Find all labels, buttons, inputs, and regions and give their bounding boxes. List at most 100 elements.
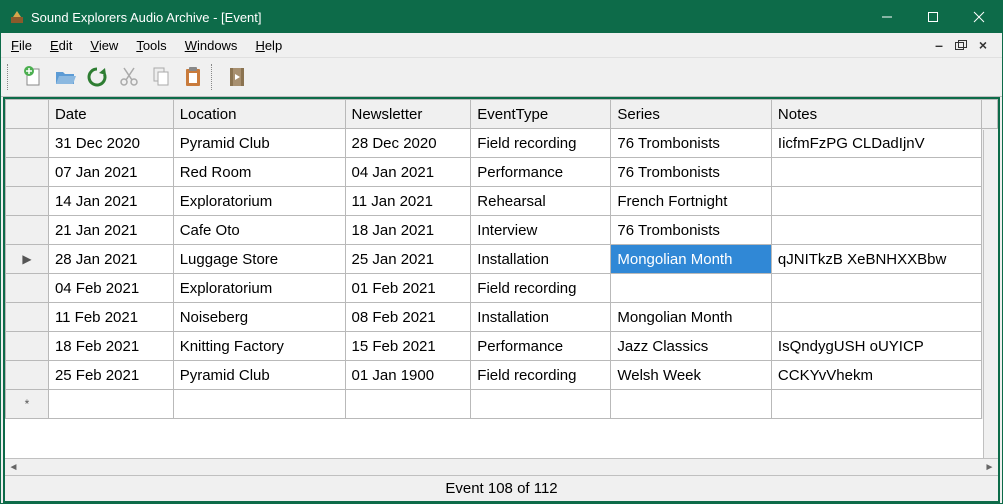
column-header-notes[interactable]: Notes xyxy=(771,100,981,129)
column-header-location[interactable]: Location xyxy=(173,100,345,129)
cell-series[interactable] xyxy=(611,274,772,303)
menu-view[interactable]: View xyxy=(90,38,118,53)
row-selector[interactable] xyxy=(6,332,49,361)
cell-eventtype[interactable]: Interview xyxy=(471,216,611,245)
table-row[interactable]: 25 Feb 2021Pyramid Club01 Jan 1900Field … xyxy=(6,361,998,390)
cell-location[interactable]: Knitting Factory xyxy=(173,332,345,361)
cell-newsletter[interactable]: 01 Feb 2021 xyxy=(345,274,471,303)
mdi-minimize-icon[interactable]: – xyxy=(930,37,948,53)
cell-newsletter[interactable]: 15 Feb 2021 xyxy=(345,332,471,361)
cell-date[interactable]: 25 Feb 2021 xyxy=(48,361,173,390)
cell-series[interactable]: 76 Trombonists xyxy=(611,216,772,245)
cell-notes[interactable]: IicfmFzPG CLDadIjnV xyxy=(771,129,981,158)
row-selector[interactable]: ▶ xyxy=(6,245,49,274)
empty-cell[interactable] xyxy=(48,390,173,419)
cell-series[interactable]: Mongolian Month xyxy=(611,303,772,332)
table-row[interactable]: 04 Feb 2021Exploratorium01 Feb 2021Field… xyxy=(6,274,998,303)
row-selector[interactable] xyxy=(6,361,49,390)
menu-windows[interactable]: Windows xyxy=(185,38,238,53)
cell-eventtype[interactable]: Field recording xyxy=(471,361,611,390)
row-selector[interactable] xyxy=(6,216,49,245)
cell-eventtype[interactable]: Field recording xyxy=(471,274,611,303)
cell-location[interactable]: Cafe Oto xyxy=(173,216,345,245)
cell-location[interactable]: Noiseberg xyxy=(173,303,345,332)
cell-date[interactable]: 28 Jan 2021 xyxy=(48,245,173,274)
empty-cell[interactable] xyxy=(173,390,345,419)
scroll-right-icon[interactable]: ► xyxy=(981,459,998,475)
table-row[interactable]: 14 Jan 2021Exploratorium11 Jan 2021Rehea… xyxy=(6,187,998,216)
cell-notes[interactable]: qJNITkzB XeBNHXXBbw xyxy=(771,245,981,274)
cell-date[interactable]: 21 Jan 2021 xyxy=(48,216,173,245)
cell-date[interactable]: 31 Dec 2020 xyxy=(48,129,173,158)
cell-series[interactable]: 76 Trombonists xyxy=(611,129,772,158)
cell-series[interactable]: Jazz Classics xyxy=(611,332,772,361)
cell-eventtype[interactable]: Field recording xyxy=(471,129,611,158)
row-selector[interactable] xyxy=(6,187,49,216)
cell-eventtype[interactable]: Performance xyxy=(471,158,611,187)
cell-location[interactable]: Exploratorium xyxy=(173,274,345,303)
cell-notes[interactable]: IsQndygUSH oUYICP xyxy=(771,332,981,361)
cell-date[interactable]: 14 Jan 2021 xyxy=(48,187,173,216)
row-selector[interactable] xyxy=(6,129,49,158)
table-row[interactable]: 31 Dec 2020Pyramid Club28 Dec 2020Field … xyxy=(6,129,998,158)
table-row[interactable]: 18 Feb 2021Knitting Factory15 Feb 2021Pe… xyxy=(6,332,998,361)
minimize-button[interactable] xyxy=(864,1,910,33)
mdi-close-icon[interactable]: × xyxy=(974,37,992,53)
menu-help[interactable]: Help xyxy=(255,38,282,53)
cell-newsletter[interactable]: 11 Jan 2021 xyxy=(345,187,471,216)
row-selector[interactable] xyxy=(6,158,49,187)
new-row[interactable]: * xyxy=(6,390,998,419)
scroll-left-icon[interactable]: ◄ xyxy=(5,459,22,475)
cell-eventtype[interactable]: Installation xyxy=(471,245,611,274)
cell-series[interactable]: French Fortnight xyxy=(611,187,772,216)
menu-edit[interactable]: Edit xyxy=(50,38,72,53)
mdi-restore-icon[interactable] xyxy=(952,37,970,53)
cell-location[interactable]: Pyramid Club xyxy=(173,129,345,158)
cell-series[interactable]: Mongolian Month xyxy=(611,245,772,274)
paste-button[interactable] xyxy=(177,61,209,93)
copy-button[interactable] xyxy=(145,61,177,93)
cell-notes[interactable] xyxy=(771,216,981,245)
column-header-newsletter[interactable]: Newsletter xyxy=(345,100,471,129)
cell-newsletter[interactable]: 28 Dec 2020 xyxy=(345,129,471,158)
cell-location[interactable]: Luggage Store xyxy=(173,245,345,274)
empty-cell[interactable] xyxy=(345,390,471,419)
cell-location[interactable]: Red Room xyxy=(173,158,345,187)
cell-series[interactable]: 76 Trombonists xyxy=(611,158,772,187)
cell-newsletter[interactable]: 01 Jan 1900 xyxy=(345,361,471,390)
open-button[interactable] xyxy=(49,61,81,93)
media-button[interactable] xyxy=(221,61,253,93)
cell-date[interactable]: 04 Feb 2021 xyxy=(48,274,173,303)
cell-newsletter[interactable]: 04 Jan 2021 xyxy=(345,158,471,187)
cell-newsletter[interactable]: 25 Jan 2021 xyxy=(345,245,471,274)
cell-newsletter[interactable]: 08 Feb 2021 xyxy=(345,303,471,332)
cell-notes[interactable] xyxy=(771,187,981,216)
cell-eventtype[interactable]: Performance xyxy=(471,332,611,361)
cell-location[interactable]: Exploratorium xyxy=(173,187,345,216)
cell-series[interactable]: Welsh Week xyxy=(611,361,772,390)
menu-file[interactable]: File xyxy=(11,38,32,53)
cell-newsletter[interactable]: 18 Jan 2021 xyxy=(345,216,471,245)
maximize-button[interactable] xyxy=(910,1,956,33)
new-button[interactable] xyxy=(17,61,49,93)
cell-date[interactable]: 11 Feb 2021 xyxy=(48,303,173,332)
row-selector[interactable] xyxy=(6,274,49,303)
table-row[interactable]: 07 Jan 2021Red Room04 Jan 2021Performanc… xyxy=(6,158,998,187)
cut-button[interactable] xyxy=(113,61,145,93)
close-button[interactable] xyxy=(956,1,1002,33)
cell-eventtype[interactable]: Rehearsal xyxy=(471,187,611,216)
table-row[interactable]: 21 Jan 2021Cafe Oto18 Jan 2021Interview7… xyxy=(6,216,998,245)
cell-location[interactable]: Pyramid Club xyxy=(173,361,345,390)
cell-notes[interactable] xyxy=(771,303,981,332)
row-selector[interactable] xyxy=(6,303,49,332)
menu-tools[interactable]: Tools xyxy=(136,38,166,53)
row-header-corner[interactable] xyxy=(6,100,49,129)
data-grid[interactable]: Date Location Newsletter EventType Serie… xyxy=(5,99,998,419)
table-row[interactable]: 11 Feb 2021Noiseberg08 Feb 2021Installat… xyxy=(6,303,998,332)
cell-notes[interactable]: CCKYvVhekm xyxy=(771,361,981,390)
column-header-eventtype[interactable]: EventType xyxy=(471,100,611,129)
table-row[interactable]: ▶28 Jan 2021Luggage Store25 Jan 2021Inst… xyxy=(6,245,998,274)
empty-cell[interactable] xyxy=(611,390,772,419)
empty-cell[interactable] xyxy=(771,390,981,419)
vertical-scrollbar[interactable] xyxy=(983,130,998,458)
